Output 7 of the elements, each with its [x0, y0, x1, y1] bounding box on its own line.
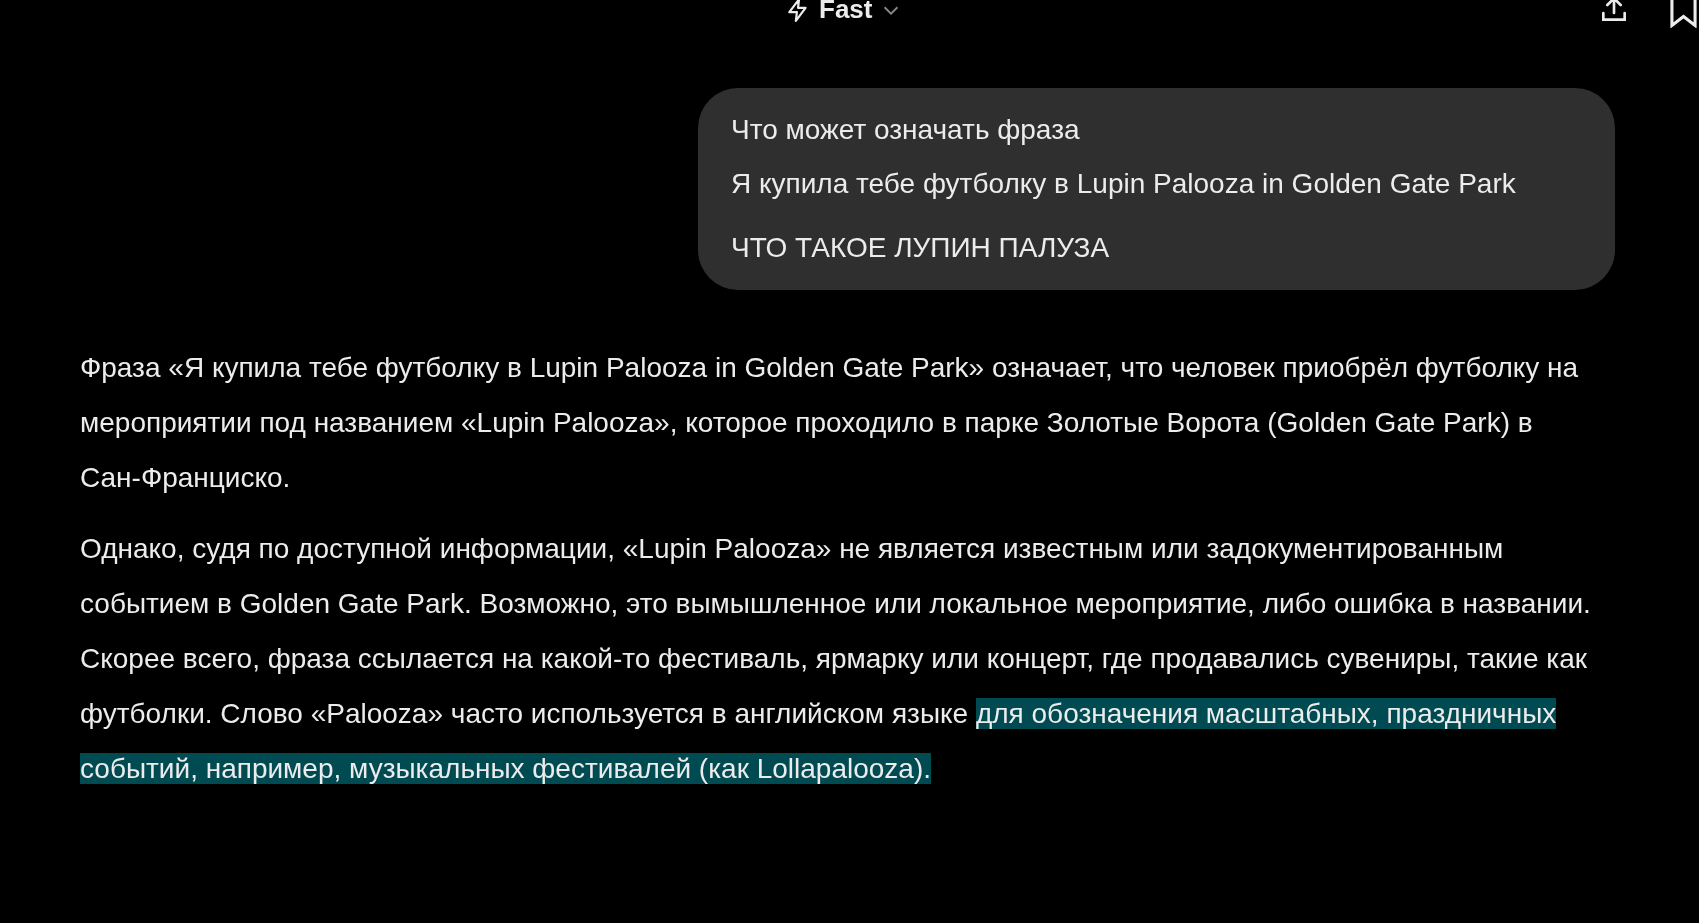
answer-paragraph: Фраза «Я купила тебе футболку в Lupin Palooza in Golden Gate Park» означает, что человек приобрёл футболку на мероприятии под названием «Lupin Palooza», которое проходило в парке Золотые Ворота (Golden Gate Park) в Сан-Франциско.: [80, 351, 1580, 495]
model-selector[interactable]: Fast: [785, 0, 903, 25]
answer-paragraph: Однако, судя по доступной информации, «Lupin Palooza» не является известным или задокументированным событием в Golden Gate Park. Возможно, это вымышленное или локальное мероприятие, либо ошибка в названии. Скорее всего, фраза ссылается на какой-то фестиваль, ярмарку или концерт, где продавались сувениры, такие как футболки. Слово «Palooza» часто используется в английском языке для обозначения масштабных, праздничных событий, например, музыкальных фестивалей (как Lollapalooza).: [80, 532, 1592, 786]
message-text: Что может означать фраза: [731, 113, 1081, 147]
bookmark-icon[interactable]: [1668, 0, 1699, 28]
message-text: ЧТО ТАКОЕ ЛУПИН ПАЛУЗА: [731, 231, 1111, 265]
message-text: Я купила тебе футболку в Lupin Palooza in Golden Gate Park: [731, 167, 1517, 201]
